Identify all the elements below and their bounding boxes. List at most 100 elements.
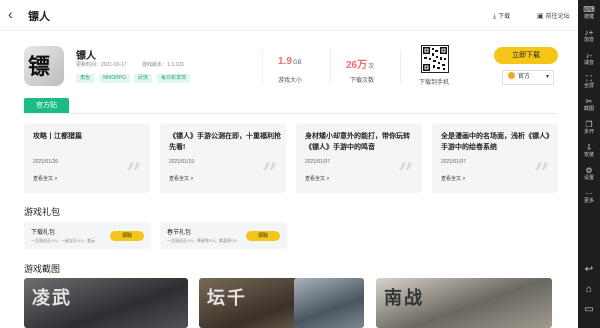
sidebar-item-install[interactable]: ⇩ 安装	[578, 143, 600, 158]
sidebar-item-screenshot[interactable]: ✂ 截图	[578, 97, 600, 112]
volume-up-icon: ♪+	[584, 28, 594, 37]
channel-select-label: 官方	[518, 74, 531, 80]
article-title: 身材矮小却意外的能打，带你玩转《镖人》手游中的鸣音	[305, 133, 410, 151]
sidebar-item-more[interactable]: ··· 更多	[578, 189, 600, 204]
sidebar-item-settings[interactable]: ⚙ 设置	[578, 166, 600, 181]
update-time: 更新时间：2021-03-17	[76, 62, 127, 68]
nav-recent-button[interactable]: ▭	[578, 304, 600, 315]
downloads-label: 下载次数	[350, 78, 375, 84]
size-unit: GB	[292, 60, 302, 66]
sidebar-item-volume-up[interactable]: ♪+ 加音	[578, 28, 600, 43]
tag-item[interactable]: MMORPG	[99, 74, 131, 83]
article-date: 2021/01/19	[169, 159, 195, 165]
read-more-link[interactable]: 查看全文 >	[169, 175, 193, 182]
tab-official-posts[interactable]: 官方贴	[24, 98, 69, 113]
qr-code-image	[423, 47, 447, 71]
gift-name: 下载礼包	[31, 230, 56, 236]
recent-apps-icon: ▭	[584, 304, 594, 315]
screenshot-thumbnail[interactable]: 凌武	[24, 278, 188, 328]
article-card[interactable]: 攻略丨江都猎篇 2021/01/26 查看全文 > ”	[24, 123, 150, 193]
screenshot-icon: ✂	[585, 97, 593, 106]
gift-desc: 一品强化石*10，降星铭*10，紫晶铜*10	[167, 238, 238, 243]
game-version: 游戏版本：1.3.103	[142, 62, 184, 68]
install-now-button[interactable]: 立即下载	[494, 47, 558, 64]
sidebar-item-volume-down[interactable]: ♪- 减音	[578, 51, 600, 66]
sidebar-item-label: 全屏	[583, 83, 594, 89]
read-more-link[interactable]: 查看全文 >	[305, 175, 329, 182]
gift-desc: 一品强化石*10，一级宝石*10，重云...	[31, 238, 99, 243]
claim-gift-button[interactable]: 领取	[246, 231, 280, 241]
sidebar-item-keys[interactable]: ⌨ 按键	[578, 5, 600, 20]
forum-link[interactable]: ▣ 前往论坛	[537, 11, 570, 20]
top-bar: ‹ 镖人 ⤓ 下载 ▣ 前往论坛	[0, 0, 578, 31]
article-title: 《镖人》手游公测在即，十重福利抢先看!	[169, 133, 281, 151]
article-date: 2021/01/26	[33, 159, 59, 165]
game-name: 镖人	[76, 51, 96, 62]
screenshot-thumbnail[interactable]: 南战	[376, 278, 552, 328]
sidebar-item-label: 按键	[583, 14, 594, 20]
article-card[interactable]: 全是漫画中的名场面，浅析《镖人》手游中的绘卷系统 2021/01/07 查看全文…	[432, 123, 558, 193]
gifts-section-title: 游戏礼包	[24, 207, 61, 217]
forum-link-label: 前往论坛	[545, 14, 570, 20]
quote-icon: ”	[125, 157, 142, 190]
chevron-down-icon: ▾	[545, 74, 549, 80]
divider	[400, 50, 401, 84]
tag-item[interactable]: 每日新发现	[157, 74, 191, 83]
tag-item[interactable]: 武侠	[134, 74, 153, 83]
article-date: 2021/01/07	[305, 159, 331, 165]
volume-down-icon: ♪-	[585, 51, 593, 60]
gift-card: 下载礼包 一品强化石*10，一级宝石*10，重云... 领取	[24, 222, 151, 249]
screenshot-overlay-text: 南战	[384, 288, 424, 309]
read-more-link[interactable]: 查看全文 >	[33, 175, 57, 182]
downloads-value: 26万次	[346, 56, 374, 71]
forum-icon: ▣	[537, 13, 544, 20]
size-value: 1.9GB	[278, 56, 302, 67]
sidebar-item-label: 减音	[583, 60, 594, 66]
divider	[330, 50, 331, 84]
nav-home-button[interactable]: ⌂	[578, 284, 600, 295]
sidebar-item-label: 设置	[583, 175, 594, 181]
back-icon: ↩	[584, 264, 594, 275]
article-title: 攻略丨江都猎篇	[33, 133, 82, 140]
home-icon: ⌂	[585, 284, 593, 295]
quote-icon: ”	[533, 157, 550, 190]
multi-instance-icon: ❐	[585, 120, 593, 129]
nav-back-button[interactable]: ↩	[578, 264, 600, 275]
tag-item[interactable]: 角色	[76, 74, 95, 83]
divider	[262, 50, 263, 84]
gift-name: 春节礼包	[167, 230, 192, 236]
more-icon: ···	[585, 189, 593, 198]
app-detail-page: ‹ 镖人 ⤓下载 ▣前往论坛 镖人 镖人 更新时间：2021-03-17 游戏版…	[0, 0, 578, 328]
official-channel-icon	[508, 72, 515, 79]
article-card[interactable]: 身材矮小却意外的能打，带你玩转《镖人》手游中的鸣音 2021/01/07 查看全…	[296, 123, 422, 193]
read-more-link[interactable]: 查看全文 >	[441, 175, 465, 182]
sidebar-item-label: 截图	[583, 106, 594, 112]
size-label: 游戏大小	[278, 78, 303, 84]
claim-gift-button[interactable]: 领取	[110, 231, 144, 241]
sidebar-item-multi[interactable]: ❐ 多开	[578, 120, 600, 135]
sidebar-item-label: 加音	[583, 37, 594, 43]
qr-label: 下载到手机	[419, 80, 450, 86]
quote-icon: ”	[397, 157, 414, 190]
article-title: 全是漫画中的名场面，浅析《镖人》手游中的绘卷系统	[441, 133, 553, 151]
sidebar-item-fullscreen[interactable]: ⛶ 全屏	[578, 74, 600, 89]
screenshots-section-title: 游戏截图	[24, 264, 61, 274]
screenshot-thumbnail[interactable]	[294, 278, 364, 328]
download-link[interactable]: ⤓ 下载	[493, 11, 510, 21]
downloads-unit: 次	[368, 64, 375, 70]
qr-code	[421, 45, 449, 73]
game-icon-lettering: 镖人	[28, 54, 51, 80]
article-card[interactable]: 《镖人》手游公测在即，十重福利抢先看! 2021/01/19 查看全文 > ”	[160, 123, 286, 193]
size-number: 1.9	[278, 56, 292, 67]
settings-icon: ⚙	[585, 166, 593, 175]
channel-select[interactable]: 官方 ▾	[502, 70, 554, 85]
screenshot-overlay-text: 坛千	[207, 288, 247, 309]
emulator-sidebar: ⌨ 按键 ♪+ 加音 ♪- 减音 ⛶ 全屏 ✂ 截图 ❐ 多开 ⇩ 安装 ⚙ 设置 ··· 更多 …	[578, 0, 600, 328]
fullscreen-icon: ⛶	[586, 74, 592, 83]
sidebar-item-label: 更多	[583, 198, 594, 204]
sidebar-item-label: 安装	[583, 152, 594, 158]
download-icon: ⤓	[493, 13, 497, 20]
install-icon: ⇩	[585, 143, 593, 152]
download-link-label: 下载	[498, 14, 511, 20]
back-arrow-icon[interactable]: ‹	[8, 7, 13, 21]
